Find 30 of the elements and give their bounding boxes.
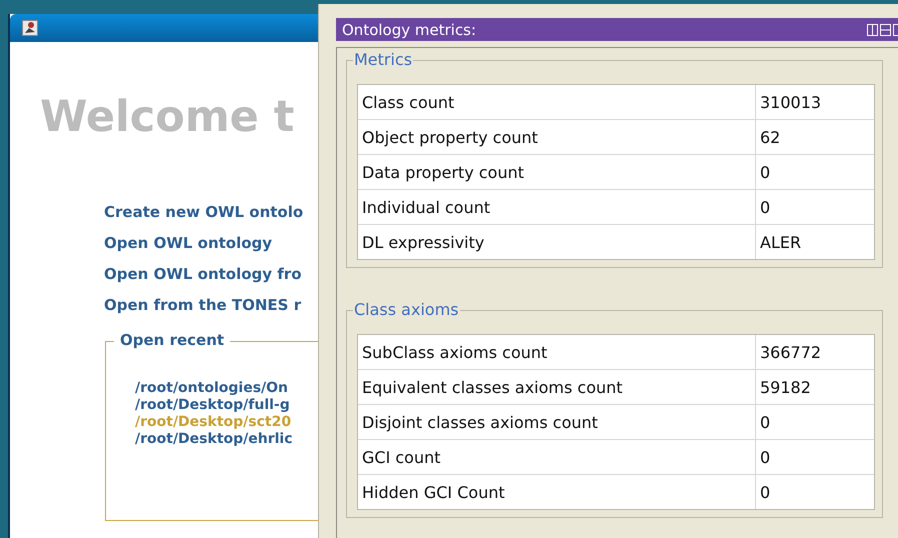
- table-cell: Disjoint classes axioms count: [358, 405, 756, 439]
- table-cell-text: 0: [759, 412, 772, 434]
- table-cell-text: 0: [759, 196, 772, 218]
- group-title: Open recent: [114, 331, 230, 349]
- table-cell: SubClass axioms count: [358, 335, 756, 369]
- table-cell: Object property count: [358, 120, 756, 154]
- table-cell: DL expressivity: [358, 225, 756, 259]
- panel-title: Ontology metrics:: [342, 20, 476, 38]
- action-link[interactable]: Open OWL ontology: [104, 233, 272, 254]
- table-cell-text: ALER: [759, 232, 802, 254]
- action-link[interactable]: Create new OWL ontolo: [104, 202, 304, 223]
- table-cell: Equivalent classes axioms count: [358, 370, 756, 404]
- table-cell-text: 0: [759, 162, 772, 184]
- table-cell: Hidden GCI Count: [358, 475, 756, 509]
- action-link[interactable]: Open from the TONES r: [104, 295, 302, 316]
- table-cell-text: 0: [759, 482, 772, 504]
- welcome-heading: Welcome t: [40, 92, 296, 144]
- table-cell: Data property count: [358, 155, 756, 189]
- table-cell: Class count: [358, 85, 756, 119]
- recent-file-link[interactable]: /root/Desktop/ehrlic: [135, 431, 293, 448]
- table-cell-text: 366772: [759, 342, 822, 364]
- recent-file-link[interactable]: /root/Desktop/full-g: [135, 397, 290, 414]
- table-cell-text: 59182: [759, 376, 812, 398]
- action-link[interactable]: Open OWL ontology fro: [104, 264, 302, 285]
- table-cell: GCI count: [358, 440, 756, 474]
- table-cell-text: 0: [759, 446, 772, 468]
- table-cell-text: 62: [759, 126, 782, 148]
- table-cell: Individual count: [358, 190, 756, 224]
- table-cell-text: 310013: [759, 92, 822, 114]
- recent-file-link[interactable]: /root/ontologies/On: [135, 380, 288, 397]
